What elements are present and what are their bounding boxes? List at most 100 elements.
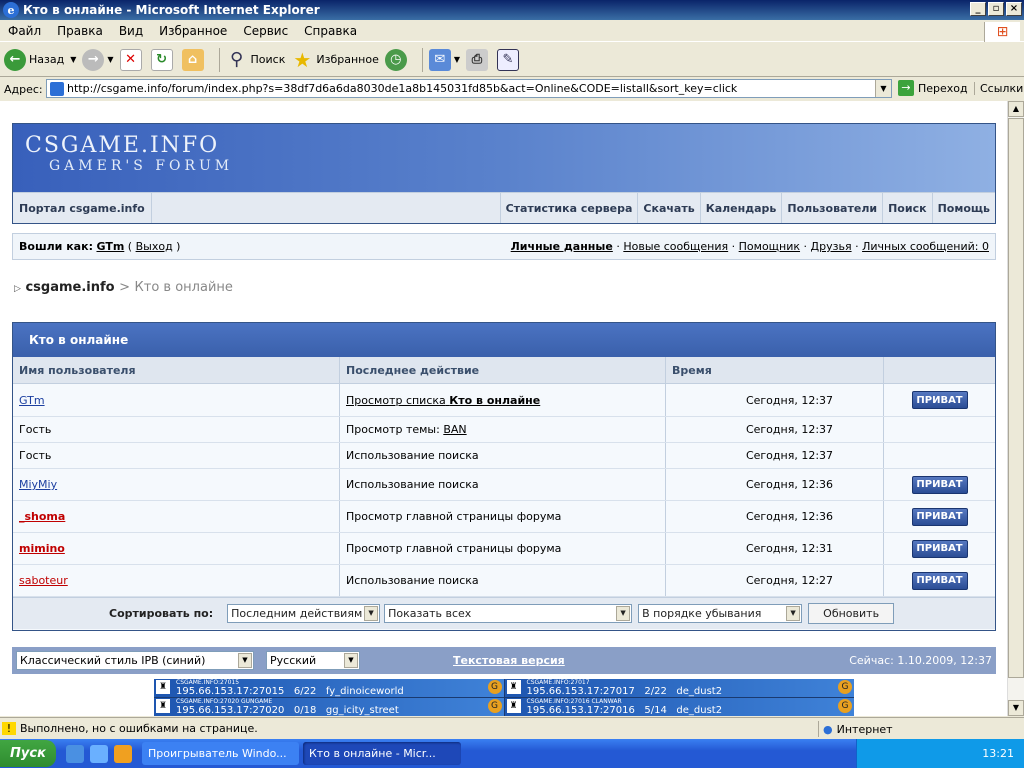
logo-title: CSGAME.INFO	[25, 133, 220, 158]
nav-portal[interactable]: Портал csgame.info	[13, 193, 152, 223]
favorites-button[interactable]: ★ Избранное	[291, 48, 379, 72]
user-link[interactable]: saboteur	[19, 574, 68, 587]
breadcrumb-root[interactable]: csgame.info	[25, 280, 114, 295]
go-label: Переход	[918, 81, 968, 95]
server-banner[interactable]: ♜ CSGAME.INFO:27016 CLANWAR 195.66.153.1…	[504, 698, 854, 716]
skin-select[interactable]: Классический стиль IPB (синий) ▼	[16, 651, 254, 670]
show-desktop-icon[interactable]	[66, 744, 84, 763]
scroll-up-icon[interactable]: ▲	[1008, 101, 1024, 117]
messages-link[interactable]: Личных сообщений: 0	[862, 240, 989, 253]
home-button[interactable]: ⌂	[181, 48, 207, 71]
status-message[interactable]: ! Выполнено, но с ошибками на странице.	[0, 722, 258, 735]
action-text[interactable]: Просмотр списка Кто в онлайне	[346, 394, 540, 407]
privat-button[interactable]: ПРИВАТ	[911, 571, 968, 590]
links-button[interactable]: Ссылки	[974, 82, 1023, 95]
edit-button[interactable]: ✎	[497, 48, 522, 71]
ie-launch-icon[interactable]	[90, 744, 108, 763]
col-action[interactable]: Последнее действие	[340, 357, 666, 383]
close-button[interactable]: ×	[1006, 2, 1022, 16]
col-time[interactable]: Время	[666, 357, 884, 383]
friends-link[interactable]: Друзья	[811, 240, 852, 253]
table-row: mimino Просмотр главной страницы форума …	[13, 533, 995, 565]
print-button[interactable]: ⎙	[466, 48, 491, 71]
nav-search[interactable]: Поиск	[882, 193, 931, 223]
history-button[interactable]: ◷	[384, 48, 410, 71]
language-select[interactable]: Русский ▼	[266, 651, 360, 670]
assistant-link[interactable]: Помощник	[739, 240, 800, 253]
user-link[interactable]: GTm	[19, 394, 45, 407]
privat-button[interactable]: ПРИВАТ	[911, 391, 968, 409]
address-input[interactable]: http://csgame.info/forum/index.php?s=38d…	[46, 79, 892, 98]
time-text: Сегодня, 12:36	[666, 501, 884, 532]
vertical-scrollbar[interactable]: ▲ ▼	[1007, 101, 1024, 716]
maximize-button[interactable]: ▫	[988, 2, 1004, 16]
sort-by-select[interactable]: Последним действиям ▼	[227, 604, 381, 623]
forum-footer: Классический стиль IPB (синий) ▼ Русский ▼…	[12, 647, 996, 674]
edit-icon: ✎	[497, 48, 519, 71]
privat-button[interactable]: ПРИВАТ	[911, 507, 968, 526]
col-user[interactable]: Имя пользователя	[13, 357, 340, 383]
nav-members[interactable]: Пользователи	[781, 193, 882, 223]
order-select[interactable]: В порядке убывания ▼	[638, 604, 803, 623]
nav-server-stats[interactable]: Статистика сервера	[499, 193, 638, 223]
mail-icon: ✉	[428, 48, 451, 71]
privat-button[interactable]: ПРИВАТ	[911, 539, 968, 558]
back-label: Назад	[29, 53, 65, 66]
user-link[interactable]: _shoma	[19, 510, 65, 523]
search-button[interactable]: ⚲ Поиск	[226, 49, 285, 71]
scroll-thumb[interactable]	[1008, 118, 1024, 678]
minimize-button[interactable]: _	[970, 2, 986, 16]
server-banner[interactable]: ♜ CSGAME.INFO:27020 GUNGAME 195.66.153.1…	[154, 698, 504, 716]
forward-dropdown-icon[interactable]: ▼	[107, 55, 113, 64]
table-row: _shoma Просмотр главной страницы форума …	[13, 501, 995, 533]
media-player-icon[interactable]	[114, 744, 132, 763]
forward-button[interactable]: → ▼	[82, 48, 114, 71]
online-table-title: Кто в онлайне	[13, 323, 995, 357]
refresh-button[interactable]: ↻	[150, 48, 176, 71]
menu-tools[interactable]: Сервис	[235, 24, 296, 38]
toolbar: ← Назад ▼ → ▼ ✕ ↻ ⌂ ⚲ Поиск ★ Избранное …	[0, 43, 1024, 77]
user-link[interactable]: MiyMiy	[19, 478, 57, 491]
start-button[interactable]: Пуск	[0, 740, 56, 767]
menu-edit[interactable]: Правка	[49, 24, 111, 38]
menu-help[interactable]: Справка	[296, 24, 365, 38]
address-dropdown-icon[interactable]: ▼	[875, 80, 891, 97]
server-banner[interactable]: ♜ CSGAME.INFO:27015 195.66.153.17:27015 …	[154, 679, 504, 697]
mail-button[interactable]: ✉ ▼	[428, 48, 460, 71]
text-version-link[interactable]: Текстовая версия	[453, 654, 565, 667]
username-link[interactable]: GTm	[96, 240, 124, 253]
show-filter-select[interactable]: Показать всех ▼	[384, 604, 633, 623]
refresh-button[interactable]: Обновить	[808, 603, 895, 624]
back-dropdown-icon[interactable]: ▼	[70, 55, 76, 64]
scroll-down-icon[interactable]: ▼	[1008, 700, 1024, 716]
menu-favorites[interactable]: Избранное	[151, 24, 235, 38]
logout-link[interactable]: Выход	[136, 240, 173, 253]
toolbar-separator	[218, 47, 220, 72]
action-link[interactable]: BAN	[443, 423, 466, 436]
new-posts-link[interactable]: Новые сообщения	[623, 240, 728, 253]
col-privat	[884, 357, 995, 383]
breadcrumb: ▷ csgame.info > Кто в онлайне	[14, 280, 233, 295]
nav-download[interactable]: Скачать	[637, 193, 699, 223]
action-text: Просмотр главной страницы форума	[340, 501, 666, 532]
action-text: Использование поиска	[340, 565, 666, 596]
favorites-label: Избранное	[316, 53, 379, 66]
user-links: Личные данные · Новые сообщения · Помощн…	[510, 240, 989, 253]
taskbar-item-ie[interactable]: Кто в онлайне - Micr...	[303, 742, 461, 765]
action-text: Использование поиска	[340, 469, 666, 500]
menu-file[interactable]: Файл	[0, 24, 49, 38]
title-bar[interactable]: e Кто в онлайне - Microsoft Internet Exp…	[0, 0, 1024, 20]
my-controls-link[interactable]: Личные данные	[511, 240, 613, 253]
forum-logo[interactable]: CSGAME.INFO GAMER'S FORUM	[13, 124, 995, 192]
nav-calendar[interactable]: Календарь	[699, 193, 782, 223]
nav-help[interactable]: Помощь	[931, 193, 995, 223]
user-link[interactable]: mimino	[19, 542, 65, 555]
clock[interactable]: 13:21	[982, 747, 1014, 760]
server-banner[interactable]: ♜ CSGAME.INFO:27017 195.66.153.17:27017 …	[504, 679, 854, 697]
go-button[interactable]: → Переход	[898, 80, 968, 96]
menu-view[interactable]: Вид	[111, 24, 151, 38]
stop-button[interactable]: ✕	[119, 48, 145, 71]
back-button[interactable]: ← Назад ▼	[4, 48, 76, 71]
taskbar-item-media-player[interactable]: Проигрыватель Windo...	[142, 742, 299, 765]
privat-button[interactable]: ПРИВАТ	[911, 475, 968, 494]
